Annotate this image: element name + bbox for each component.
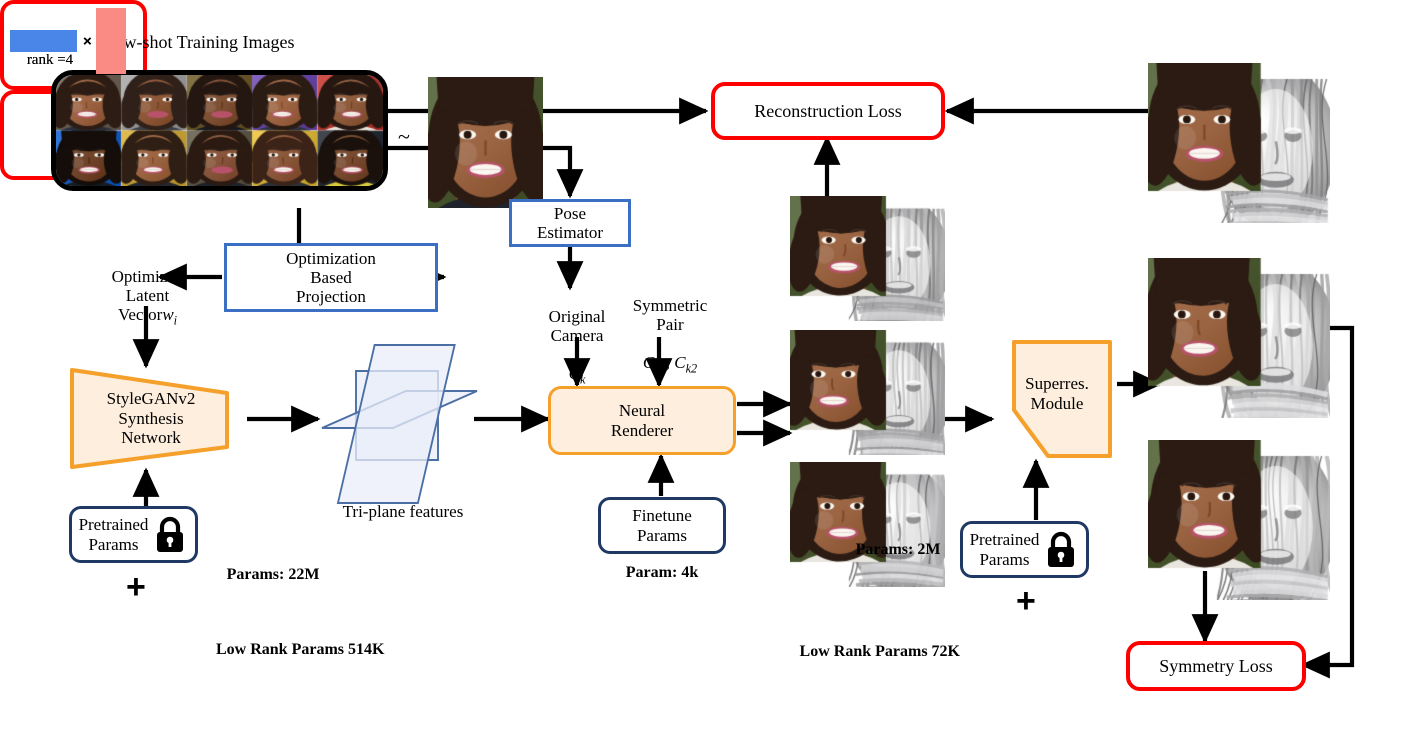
original-camera-symbol: C xyxy=(568,364,580,384)
params-22m-label: Params: 22M xyxy=(226,566,320,583)
latent-vector-subscript: i xyxy=(173,313,178,328)
final-output-2 xyxy=(1148,258,1330,418)
low-rank-72k-label: Low Rank Params 72K xyxy=(799,643,960,660)
stylegan-synthesis-network-box: StyleGANv2 Synthesis Network xyxy=(67,366,247,471)
renderer-output-2 xyxy=(790,330,945,455)
symmetric-pair-subscript-2: k2 xyxy=(685,361,698,376)
stylegan-label: StyleGANv2 Synthesis Network xyxy=(106,389,196,448)
symmetric-pair-text: Symmetric Pair xyxy=(632,296,708,335)
final-output-3 xyxy=(1148,440,1330,600)
symmetry-loss-box: Symmetry Loss xyxy=(1126,641,1306,691)
original-camera-subscript: k xyxy=(579,372,586,387)
symmetry-loss-label: Symmetry Loss xyxy=(1159,655,1273,676)
sampled-training-image xyxy=(428,77,543,208)
tilde-symbol: ~ xyxy=(398,124,410,149)
low-rank-matrix-b-right xyxy=(96,8,126,74)
low-rank-514k-label: Low Rank Params 514K xyxy=(216,641,385,658)
multiply-symbol-right: × xyxy=(83,33,92,50)
symmetric-pair-label: Symmetric Pair Ck1, Ck2 xyxy=(632,296,708,376)
neural-renderer-box: Neural Renderer xyxy=(548,386,736,455)
params-2m-label: Params: 2M xyxy=(855,541,941,558)
low-rank-matrix-a-right xyxy=(10,30,77,52)
finetune-params-box: Finetune Params xyxy=(598,497,726,554)
renderer-output-3 xyxy=(790,462,945,587)
param-4k-label: Param: 4k xyxy=(625,564,699,581)
optimization-projection-label: Optimization Based Projection xyxy=(286,248,376,307)
symmetric-pair-symbol-1: C xyxy=(642,353,655,373)
reconstruction-loss-box: Reconstruction Loss xyxy=(711,82,945,140)
superres-label: Superres. Module xyxy=(1025,374,1089,413)
renderer-output-1 xyxy=(790,196,945,321)
original-camera-text: Original Camera xyxy=(548,307,606,346)
few-shot-panel xyxy=(51,70,388,191)
symmetric-pair-subscript-1: k1 xyxy=(654,361,666,376)
latent-vector-symbol: w xyxy=(162,305,174,325)
pretrained-params-right-label: Pretrained Params xyxy=(969,530,1040,569)
final-output-1 xyxy=(1148,63,1330,223)
pretrained-params-left-label: Pretrained Params xyxy=(78,515,149,554)
figure-canvas: Few-shot Training Images ~ Reconstructio… xyxy=(0,0,1420,729)
pose-estimator-label: Pose Estimator xyxy=(536,203,604,242)
plus-right: + xyxy=(1016,582,1036,620)
tri-plane-features-illustration xyxy=(320,338,480,515)
rank-label-right: rank =4 xyxy=(26,52,74,68)
optimized-latent-vector-label: Optimized Latent Vectorwi xyxy=(90,248,205,328)
lock-icon xyxy=(1048,531,1074,567)
few-shot-image-grid xyxy=(56,75,383,186)
symmetric-pair-symbol-2: C xyxy=(674,353,686,373)
plus-left: + xyxy=(126,568,146,606)
optimization-projection-box: Optimization Based Projection xyxy=(224,243,438,312)
superres-module-box: Superres. Module xyxy=(992,338,1118,464)
reconstruction-loss-label: Reconstruction Loss xyxy=(754,100,902,121)
lock-icon xyxy=(157,516,183,552)
neural-renderer-label: Neural Renderer xyxy=(610,400,674,440)
tri-plane-features-label: Tri-plane features xyxy=(342,502,464,521)
finetune-params-label: Finetune Params xyxy=(632,506,692,545)
pose-estimator-box: Pose Estimator xyxy=(509,199,631,247)
